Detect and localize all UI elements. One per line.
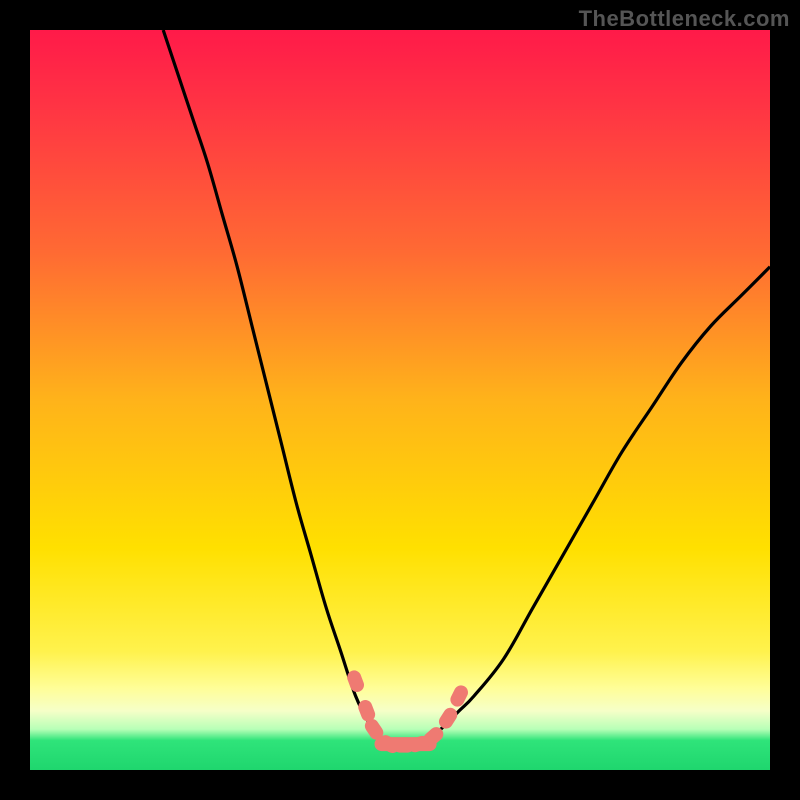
- markers-group: [345, 668, 470, 755]
- left-curve: [163, 30, 381, 740]
- watermark-text: TheBottleneck.com: [579, 6, 790, 32]
- marker-dot: [436, 705, 460, 731]
- plot-area: [30, 30, 770, 770]
- chart-frame: TheBottleneck.com: [0, 0, 800, 800]
- chart-svg: [30, 30, 770, 770]
- right-curve: [430, 267, 770, 741]
